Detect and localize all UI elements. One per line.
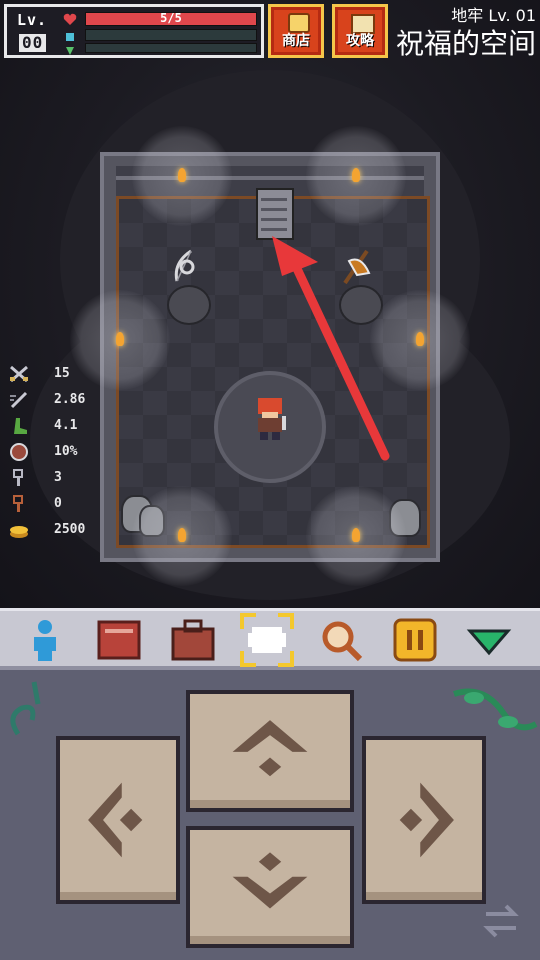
stat-attack-speed: 2.86 <box>8 388 108 414</box>
backpack-icon[interactable] <box>170 617 216 663</box>
move-left-button[interactable] <box>56 736 180 904</box>
weapon-pedestal-left <box>167 285 211 325</box>
collapse-icon[interactable] <box>466 617 512 663</box>
stair-step <box>261 228 287 231</box>
guide-button[interactable]: 攻略 <box>332 4 388 58</box>
torch-icon <box>352 528 360 542</box>
stat-value: 2500 <box>54 522 86 537</box>
stat-value: 4.1 <box>54 418 78 433</box>
axe-weapon-icon[interactable] <box>339 245 375 287</box>
stat-bronze-keys: 0 <box>8 492 108 518</box>
controller-pad <box>0 670 540 960</box>
mana-bar <box>85 29 257 41</box>
stair-step <box>261 208 287 211</box>
vine-decoration <box>10 681 41 736</box>
torch-icon <box>178 168 186 182</box>
stat-value: 15 <box>54 366 70 381</box>
magnifier-icon[interactable] <box>318 617 364 663</box>
shop-button[interactable]: 商店 <box>268 4 324 58</box>
stat-move-speed: 4.1 <box>8 414 108 440</box>
torch-icon <box>116 332 124 346</box>
xp-bar <box>85 43 257 53</box>
level-value: 00 <box>19 34 47 52</box>
sword-speed-icon <box>10 391 28 409</box>
stat-silver-keys: 3 <box>8 466 108 492</box>
bow-weapon-icon[interactable] <box>169 245 205 287</box>
xp-icon <box>66 47 74 55</box>
mana-icon <box>66 33 74 41</box>
move-right-button[interactable] <box>362 736 486 904</box>
stair-step <box>261 218 287 221</box>
stat-gold: 2500 <box>8 518 108 544</box>
stat-defense: 10% <box>8 440 108 466</box>
spellbook-icon[interactable] <box>96 617 142 663</box>
chevron-left-icon <box>88 782 143 858</box>
guide-button-label: 攻略 <box>346 33 374 49</box>
level-label: Lv. <box>17 11 48 29</box>
hero-character <box>258 398 286 440</box>
shop-button-label: 商店 <box>282 33 310 49</box>
torch-icon <box>178 528 186 542</box>
stat-attack: 15 <box>8 362 108 388</box>
hp-bar: 5/5 <box>85 11 257 26</box>
stat-value: 10% <box>54 444 78 459</box>
stair-step <box>261 198 287 201</box>
pause-icon[interactable] <box>392 617 438 663</box>
torch-icon <box>352 168 360 182</box>
gold-coin-icon <box>10 526 28 538</box>
stat-value: 2.86 <box>54 392 86 407</box>
chevron-up-icon <box>232 720 308 777</box>
move-down-button[interactable] <box>186 826 354 948</box>
chevron-right-icon <box>399 782 454 858</box>
swap-controls-icon[interactable] <box>480 900 522 942</box>
crossed-swords-icon <box>10 365 28 383</box>
heart-icon <box>63 13 77 25</box>
boot-icon <box>14 418 27 434</box>
map-button[interactable] <box>240 613 294 667</box>
action-toolbar <box>0 608 540 670</box>
character-icon[interactable] <box>22 617 68 663</box>
player-stats: 15 2.86 4.1 10% 3 0 2500 <box>8 362 108 544</box>
move-up-button[interactable] <box>186 690 354 812</box>
exit-stairs[interactable] <box>256 188 294 240</box>
stat-value: 0 <box>54 496 62 511</box>
selection-corner <box>278 613 294 629</box>
silver-key-icon <box>13 469 23 486</box>
hp-text: 5/5 <box>160 11 182 25</box>
bronze-key-icon <box>13 495 23 512</box>
room-name: 祝福的空间 <box>395 27 536 60</box>
selection-corner <box>240 651 256 667</box>
shield-icon <box>10 443 28 461</box>
stat-value: 3 <box>54 470 62 485</box>
player-status-panel[interactable]: Lv. 00 5/5 <box>4 4 264 58</box>
torch-icon <box>416 332 424 346</box>
chevron-down-icon <box>232 852 308 909</box>
